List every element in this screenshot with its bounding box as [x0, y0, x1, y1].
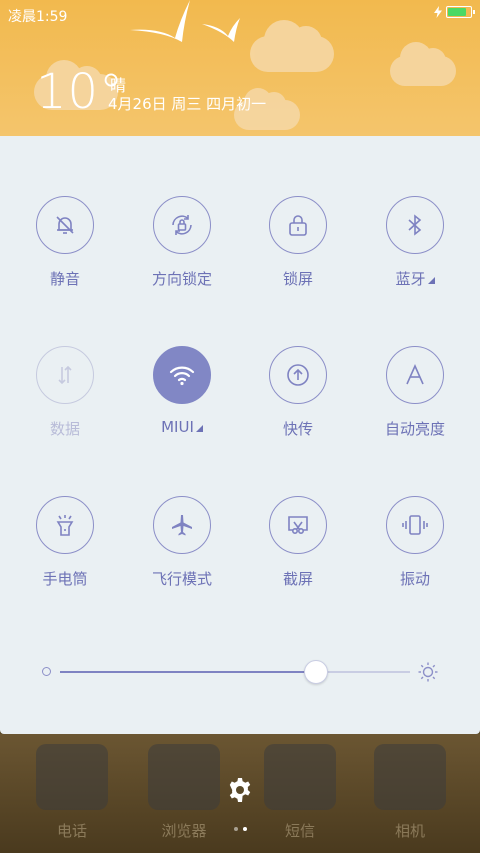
toggle-silent[interactable]: 静音	[10, 196, 120, 289]
lock-icon[interactable]	[269, 196, 327, 254]
toggle-bluetooth[interactable]: 蓝牙	[360, 196, 470, 289]
brightness-fill	[60, 671, 316, 673]
page-dot-active	[243, 827, 247, 831]
bluetooth-icon[interactable]	[386, 196, 444, 254]
status-time: 凌晨1:59	[8, 9, 68, 25]
app-label: 相机	[394, 822, 425, 840]
more-indicator-icon	[427, 277, 435, 284]
page-dot	[234, 827, 238, 831]
toggle-label: 自动亮度	[384, 420, 445, 438]
cloud-decoration	[250, 20, 334, 72]
toggle-label: 手电筒	[42, 570, 88, 588]
cloud-decoration	[390, 42, 456, 86]
app-phone[interactable]: 电话	[24, 744, 120, 841]
toggle-label: 截屏	[282, 570, 313, 588]
toggle-lock-screen[interactable]: 锁屏	[243, 196, 353, 289]
toggle-label: 蓝牙	[360, 268, 470, 289]
brightness-high-icon	[418, 662, 438, 682]
toggle-label: 振动	[399, 570, 430, 588]
app-label: 浏览器	[161, 822, 207, 840]
vibrate-icon[interactable]	[386, 496, 444, 554]
toggle-label: 快传	[282, 420, 313, 438]
rotation-lock-icon[interactable]	[153, 196, 211, 254]
status-icons	[434, 6, 475, 18]
app-label: 电话	[56, 822, 87, 840]
brightness-track[interactable]	[60, 660, 410, 684]
upload-icon[interactable]	[269, 346, 327, 404]
app-messages[interactable]: 短信	[252, 744, 348, 841]
toggle-airplane-mode[interactable]: 飞行模式	[127, 496, 237, 589]
toggle-quick-transfer[interactable]: 快传	[243, 346, 353, 439]
flashlight-icon[interactable]	[36, 496, 94, 554]
toggle-label: 飞行模式	[151, 570, 212, 588]
toggle-vibrate[interactable]: 振动	[360, 496, 470, 589]
date-text[interactable]: 4月26日 周三 四月初一	[108, 93, 266, 114]
bell-off-icon[interactable]	[36, 196, 94, 254]
toggle-rotation-lock[interactable]: 方向锁定	[127, 196, 237, 289]
settings-gear-icon[interactable]	[226, 776, 254, 804]
airplane-icon[interactable]	[153, 496, 211, 554]
weather-header: 凌晨1:59 10° 晴 4月26日 周三 四月初一	[0, 0, 480, 136]
toggle-auto-brightness[interactable]: 自动亮度	[360, 346, 470, 439]
more-indicator-icon	[195, 425, 203, 432]
app-label: 短信	[284, 822, 315, 840]
screenshot-icon[interactable]	[269, 496, 327, 554]
toggle-screenshot[interactable]: 截屏	[243, 496, 353, 589]
charging-icon	[434, 6, 442, 18]
home-dock: 电话 浏览器 短信 相机	[0, 734, 480, 853]
toggle-label: 静音	[49, 270, 80, 288]
brightness-slider[interactable]	[40, 660, 440, 684]
message-icon	[264, 744, 336, 810]
browser-icon	[148, 744, 220, 810]
toggle-label: 方向锁定	[151, 270, 212, 288]
battery-fill	[448, 8, 466, 16]
phone-icon	[36, 744, 108, 810]
camera-icon	[374, 744, 446, 810]
wifi-icon[interactable]	[153, 346, 211, 404]
toggle-label: 数据	[49, 420, 80, 438]
brightness-low-icon	[42, 667, 51, 676]
quick-settings-panel: 静音 方向锁定 锁屏 蓝牙 数据 MIUI 快传 自动亮度 手电筒 飞行模式 截…	[0, 136, 480, 734]
toggle-label: MIUI	[127, 418, 237, 436]
toggle-wifi[interactable]: MIUI	[127, 346, 237, 436]
app-camera[interactable]: 相机	[362, 744, 458, 841]
auto-brightness-icon[interactable]	[386, 346, 444, 404]
app-browser[interactable]: 浏览器	[136, 744, 232, 841]
toggle-mobile-data[interactable]: 数据	[10, 346, 120, 439]
mobile-data-icon[interactable]	[36, 346, 94, 404]
toggle-label: 锁屏	[282, 270, 313, 288]
brightness-thumb[interactable]	[303, 660, 328, 684]
page-indicator	[234, 827, 247, 831]
birds-decoration	[130, 0, 240, 42]
toggle-flashlight[interactable]: 手电筒	[10, 496, 120, 589]
battery-icon	[446, 6, 475, 18]
